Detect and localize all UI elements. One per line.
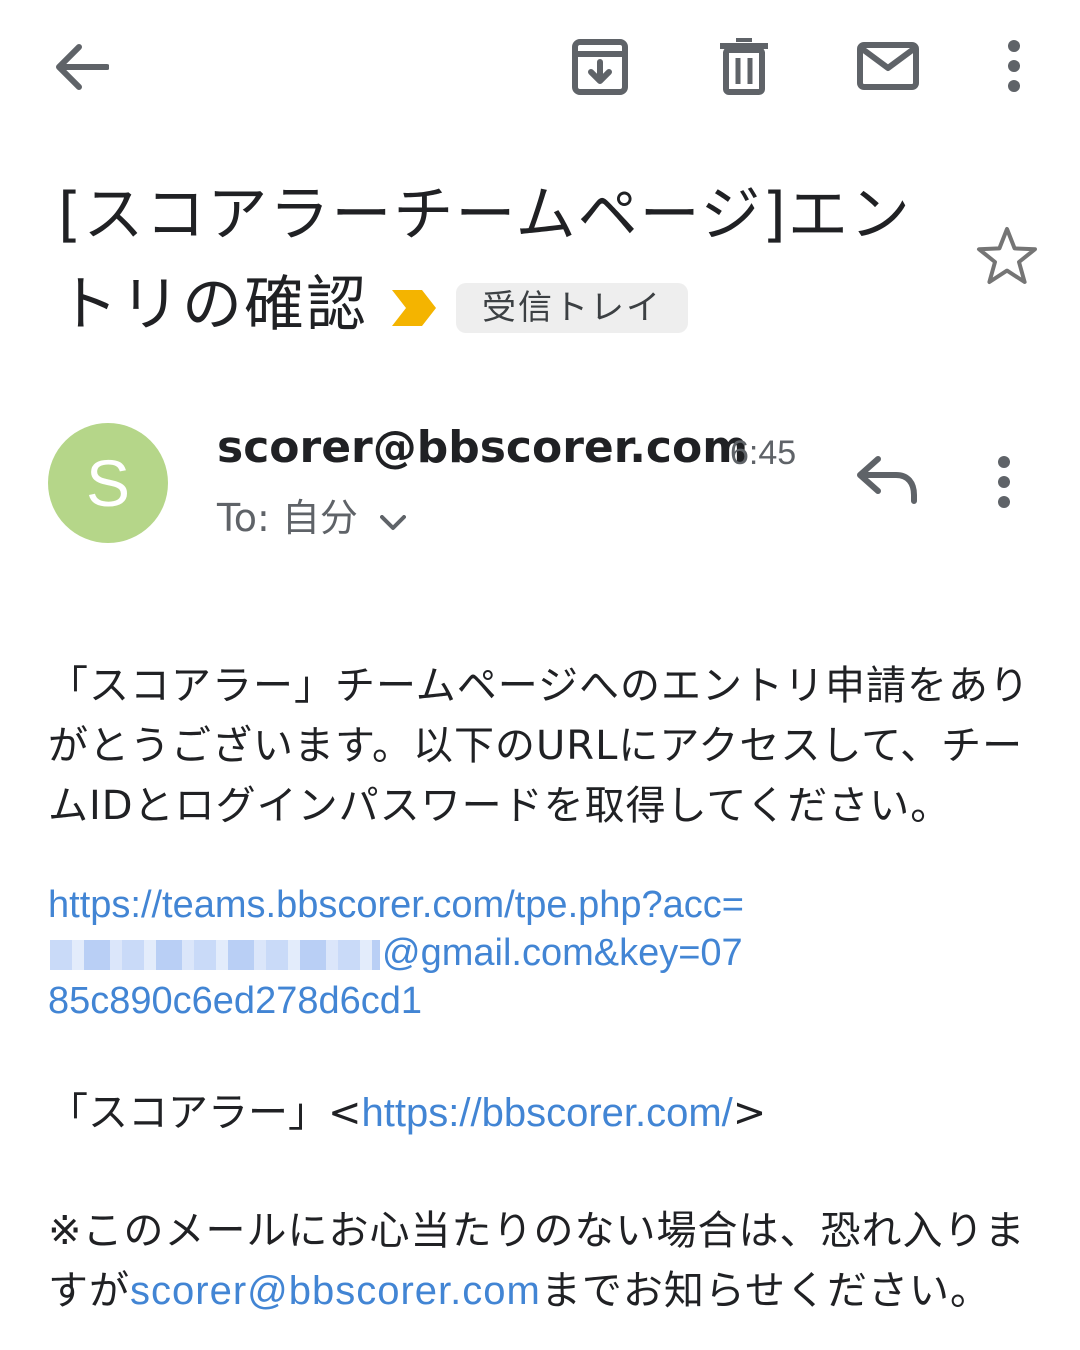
contact-email-link[interactable]: scorer@bbscorer.com bbox=[130, 1269, 541, 1313]
email-time: 6:45 bbox=[730, 434, 797, 472]
redacted-email-blur bbox=[50, 939, 380, 970]
email-subject: [スコアラーチームページ]エントリの確認 受信トレイ bbox=[58, 170, 938, 353]
envelope-icon bbox=[857, 42, 919, 90]
entry-url-link[interactable]: https://teams.bbscorer.com/tpe.php?acc=@… bbox=[48, 881, 748, 1025]
recipient-details-toggle[interactable]: To: 自分 bbox=[217, 490, 406, 546]
star-button[interactable] bbox=[975, 225, 1039, 291]
mark-unread-button[interactable] bbox=[856, 40, 920, 92]
site-name-text: 「スコアラー」< bbox=[48, 1090, 362, 1136]
message-more-options-button[interactable] bbox=[996, 456, 1012, 512]
sender-avatar[interactable]: S bbox=[48, 423, 168, 543]
email-view: [スコアラーチームページ]エントリの確認 受信トレイ S scorer@bbsco… bbox=[0, 0, 1080, 1350]
chevron-down-icon bbox=[379, 490, 406, 546]
important-marker-icon[interactable] bbox=[390, 263, 438, 353]
more-vert-icon bbox=[998, 456, 1010, 508]
site-bracket-close: > bbox=[732, 1090, 767, 1136]
archive-icon bbox=[572, 39, 628, 95]
trash-icon bbox=[720, 38, 768, 95]
more-options-button[interactable] bbox=[994, 38, 1034, 94]
url-text-start: https://teams.bbscorer.com/tpe.php?acc= bbox=[48, 884, 744, 926]
top-app-bar bbox=[0, 0, 1080, 135]
reply-icon bbox=[857, 456, 917, 504]
star-outline-icon bbox=[977, 227, 1037, 284]
body-paragraph-intro: 「スコアラー」チームページへのエントリ申請をありがとうございます。以下のURLに… bbox=[48, 663, 1030, 829]
arrow-left-icon bbox=[56, 44, 109, 90]
recipient-text: To: 自分 bbox=[217, 496, 358, 540]
back-button[interactable] bbox=[48, 36, 114, 98]
reply-button[interactable] bbox=[856, 455, 918, 509]
archive-button[interactable] bbox=[568, 36, 632, 98]
delete-button[interactable] bbox=[712, 36, 776, 98]
site-link[interactable]: https://bbscorer.com/ bbox=[362, 1091, 733, 1135]
sender-address: scorer@bbscorer.com bbox=[217, 422, 749, 473]
label-chip-inbox[interactable]: 受信トレイ bbox=[456, 283, 688, 334]
email-body: 「スコアラー」チームページへのエントリ申請をありがとうございます。以下のURLに… bbox=[48, 656, 1038, 1321]
body-paragraph-site: 「スコアラー」<https://bbscorer.com/> bbox=[48, 1083, 1038, 1143]
body-paragraph-notice: ※このメールにお心当たりのない場合は、恐れ入りますがscorer@bbscore… bbox=[48, 1201, 1038, 1321]
notice-text-end: までお知らせください。 bbox=[540, 1268, 992, 1314]
more-vert-icon bbox=[1008, 40, 1020, 92]
